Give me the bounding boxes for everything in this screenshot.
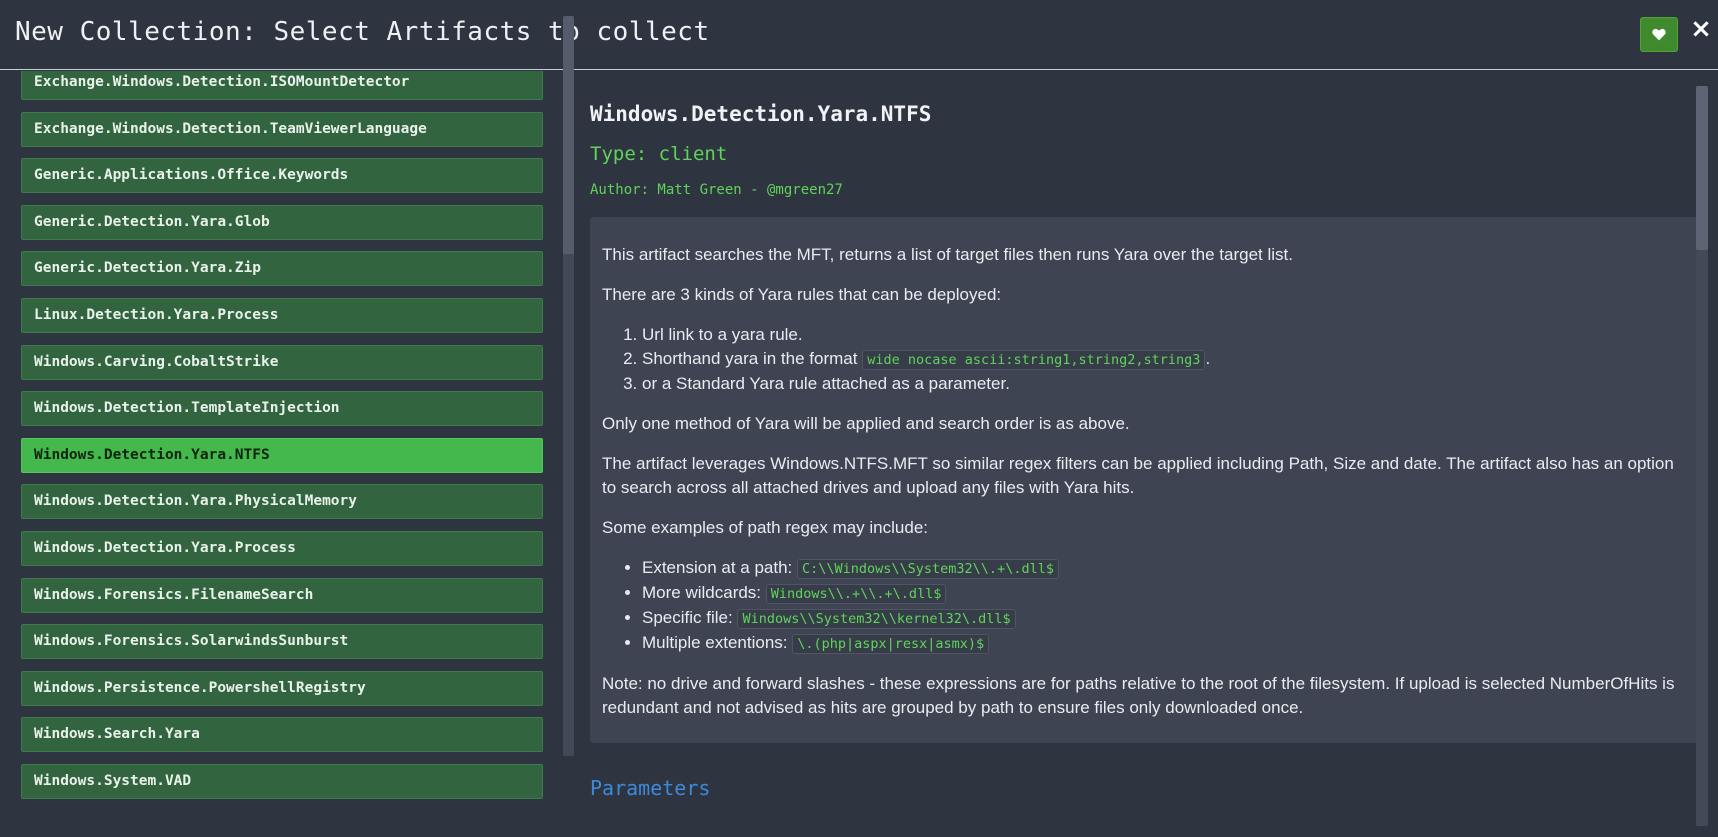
artifact-list: Exchange.Windows.Detection.ISOMountDetec… — [21, 71, 543, 811]
artifact-item[interactable]: Generic.Detection.Yara.Zip — [21, 251, 543, 287]
code-snippet: Windows\\.+\\.+\.dll$ — [765, 584, 947, 604]
artifact-item[interactable]: Windows.Carving.CobaltStrike — [21, 344, 543, 380]
heart-icon — [1652, 28, 1666, 41]
artifact-type: Type: client — [590, 143, 728, 165]
artifact-item[interactable]: Exchange.Windows.Detection.TeamViewerLan… — [21, 111, 543, 147]
description-kinds-intro: There are 3 kinds of Yara rules that can… — [602, 285, 1002, 304]
artifact-description: This artifact searches the MFT, returns … — [590, 217, 1698, 743]
list-item: Specific file: Windows\\System32\\kernel… — [642, 606, 1686, 631]
artifact-item[interactable]: Windows.Detection.Yara.PhysicalMemory — [21, 484, 543, 520]
list-item: Extension at a path: C:\\Windows\\System… — [642, 556, 1686, 581]
list-item: Multiple extentions: \.(php|aspx|resx|as… — [642, 631, 1686, 656]
code-snippet: \.(php|aspx|resx|asmx)$ — [792, 634, 990, 654]
description-order: Only one method of Yara will be applied … — [602, 414, 1130, 433]
dialog-header: New Collection: Select Artifacts to coll… — [0, 0, 1718, 70]
artifact-item[interactable]: Windows.Detection.Yara.Process — [21, 530, 543, 566]
artifact-name: Windows.Detection.Yara.NTFS — [590, 102, 932, 126]
list-item-text: or a Standard Yara rule attached as a pa… — [642, 374, 1010, 393]
yara-kinds-list: Url link to a yara rule. Shorthand yara … — [602, 323, 1686, 396]
code-snippet: Windows\\System32\\kernel32\.dll$ — [737, 609, 1016, 629]
code-snippet: C:\\Windows\\System32\\.+\.dll$ — [797, 559, 1059, 579]
artifact-author: Author: Matt Green - @mgreen27 — [590, 182, 843, 198]
artifact-item[interactable]: Windows.Search.Yara — [21, 717, 543, 753]
artifact-item[interactable]: Generic.Applications.Office.Keywords — [21, 158, 543, 194]
description-examples-intro: Some examples of path regex may include: — [602, 518, 929, 537]
artifact-item[interactable]: Windows.Forensics.FilenameSearch — [21, 577, 543, 613]
artifact-item[interactable]: Windows.System.VAD — [21, 763, 543, 799]
artifact-item[interactable]: Generic.Detection.Yara.Glob — [21, 204, 543, 240]
close-button[interactable]: × — [1688, 14, 1714, 44]
regex-examples-list: Extension at a path: C:\\Windows\\System… — [602, 556, 1686, 656]
example-label: Specific file: — [642, 608, 738, 627]
favorite-button[interactable] — [1640, 17, 1678, 52]
artifact-list-scroll-thumb[interactable] — [563, 254, 574, 756]
artifact-detail-panel: Windows.Detection.Yara.NTFS Type: client… — [580, 71, 1702, 837]
detail-scroll-thumb[interactable] — [1696, 86, 1708, 250]
description-note: Note: no drive and forward slashes - the… — [602, 674, 1675, 717]
list-item: More wildcards: Windows\\.+\\.+\.dll$ — [642, 581, 1686, 606]
list-item: Shorthand yara in the format wide nocase… — [642, 347, 1686, 372]
example-label: Multiple extentions: — [642, 633, 793, 652]
list-item-text: Shorthand yara in the format — [642, 349, 863, 368]
artifact-item[interactable]: Linux.Detection.Yara.Process — [21, 297, 543, 333]
example-label: More wildcards: — [642, 583, 766, 602]
example-label: Extension at a path: — [642, 558, 797, 577]
list-item-text: Url link to a yara rule. — [642, 325, 803, 344]
artifact-item[interactable]: Exchange.Windows.Detection.ISOMountDetec… — [21, 71, 543, 100]
artifact-item[interactable]: Windows.Persistence.PowershellRegistry — [21, 670, 543, 706]
artifact-item-selected[interactable]: Windows.Detection.Yara.NTFS — [21, 437, 543, 473]
description-leverage: The artifact leverages Windows.NTFS.MFT … — [602, 454, 1674, 497]
artifact-list-panel: Exchange.Windows.Detection.ISOMountDetec… — [0, 71, 570, 837]
artifact-item[interactable]: Windows.Forensics.SolarwindsSunburst — [21, 624, 543, 660]
artifact-item[interactable]: Windows.Detection.TemplateInjection — [21, 391, 543, 427]
code-snippet: wide nocase ascii:string1,string2,string… — [862, 350, 1206, 370]
description-intro: This artifact searches the MFT, returns … — [602, 245, 1293, 264]
parameters-heading: Parameters — [590, 776, 711, 800]
list-item: Url link to a yara rule. — [642, 323, 1686, 347]
list-item: or a Standard Yara rule attached as a pa… — [642, 372, 1686, 396]
dialog-title: New Collection: Select Artifacts to coll… — [15, 17, 710, 47]
